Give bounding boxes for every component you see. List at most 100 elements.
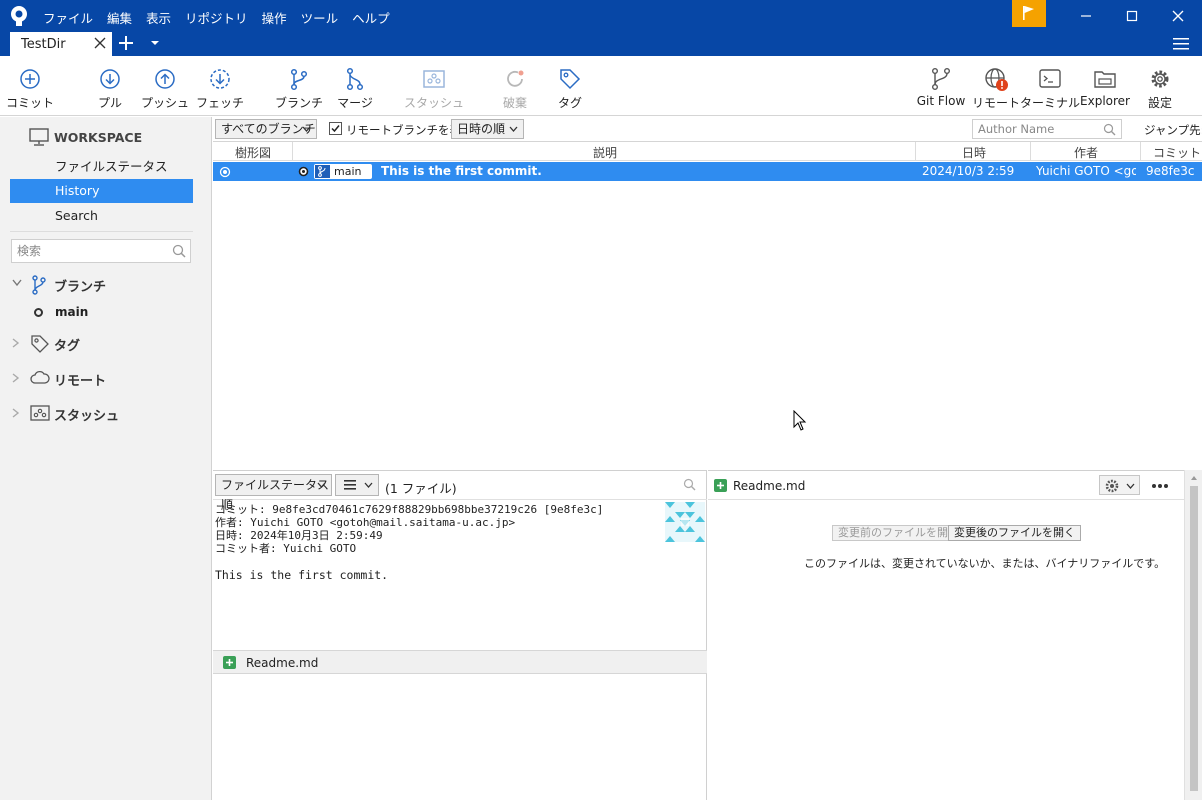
- settings-label: 設定: [1147, 96, 1173, 110]
- menu-help[interactable]: ヘルプ: [352, 8, 390, 27]
- branch-filter-dropdown[interactable]: すべてのブランチ: [215, 119, 317, 139]
- commit-button[interactable]: コミット: [6, 56, 54, 116]
- git-flow-button[interactable]: Git Flow: [916, 56, 966, 116]
- scrollbar-thumb[interactable]: [1190, 486, 1198, 791]
- branch-icon: [315, 165, 330, 178]
- open-before-button[interactable]: 変更前のファイルを開く: [832, 525, 965, 541]
- git-flow-label: Git Flow: [916, 94, 966, 108]
- diff-toolbar: Readme.md: [708, 471, 1202, 500]
- history-list-area[interactable]: [213, 181, 1202, 470]
- sidebar-item-search[interactable]: Search: [10, 204, 193, 228]
- maximize-button[interactable]: [1110, 0, 1156, 32]
- file-sort-dropdown[interactable]: ファイルステータス順: [215, 474, 332, 512]
- commit-details-pane: ファイルステータス順 (1 ファイル) コミット: 9e8fe3cd70461c…: [213, 470, 707, 800]
- diff-scrollbar[interactable]: [1184, 470, 1202, 800]
- menu-tools[interactable]: ツール: [301, 8, 339, 27]
- merge-icon: [346, 67, 364, 91]
- chevron-down-icon[interactable]: [12, 279, 22, 287]
- add-tab-icon[interactable]: [118, 35, 134, 51]
- explorer-button[interactable]: Explorer: [1080, 56, 1130, 116]
- column-graph[interactable]: 樹形図: [235, 144, 271, 161]
- branch-label-tag: main: [314, 164, 372, 179]
- terminal-button[interactable]: ターミナル: [1020, 56, 1080, 116]
- explorer-folder-icon: [1094, 71, 1116, 88]
- pull-button[interactable]: プル: [90, 56, 130, 116]
- sourcetree-logo-icon: [11, 6, 27, 26]
- merge-button[interactable]: マージ: [335, 56, 375, 116]
- search-icon: [172, 244, 186, 258]
- branch-label: ブランチ: [274, 96, 324, 110]
- tag-button[interactable]: タグ: [550, 56, 590, 116]
- chevron-right-icon[interactable]: [12, 373, 20, 383]
- tab-dropdown-icon[interactable]: [150, 40, 160, 46]
- close-window-button[interactable]: [1156, 0, 1202, 32]
- tree-stashes[interactable]: スタッシュ: [10, 401, 200, 425]
- sidebar-branch-main[interactable]: main: [34, 303, 184, 323]
- minimize-button[interactable]: [1064, 0, 1110, 32]
- history-row[interactable]: main This is the first commit. 2024/10/3…: [213, 162, 1202, 181]
- close-icon: [1172, 10, 1184, 22]
- scroll-up-icon[interactable]: [1190, 475, 1198, 481]
- chevron-down-icon: [1126, 483, 1135, 489]
- column-divider: [1140, 142, 1141, 161]
- close-tab-icon[interactable]: [94, 37, 106, 49]
- discard-button[interactable]: 破棄: [495, 56, 535, 116]
- settings-button[interactable]: 設定: [1140, 56, 1180, 116]
- mouse-cursor-icon: [793, 410, 807, 431]
- minimize-icon: [1081, 15, 1091, 17]
- flag-button[interactable]: [1012, 0, 1046, 27]
- terminal-icon: [1039, 69, 1061, 88]
- column-date[interactable]: 日時: [962, 144, 986, 161]
- push-button[interactable]: プッシュ: [141, 56, 189, 116]
- menu-edit[interactable]: 編集: [107, 8, 132, 27]
- menu-file[interactable]: ファイル: [43, 8, 93, 27]
- changed-file-row[interactable]: Readme.md: [213, 650, 707, 674]
- diff-options-dropdown[interactable]: [1099, 475, 1140, 495]
- commit-full-message: This is the first commit.: [215, 568, 389, 582]
- tag-icon: [560, 69, 581, 90]
- column-description[interactable]: 説明: [593, 144, 617, 161]
- sort-order-value: 日時の順: [457, 122, 506, 136]
- column-commit[interactable]: コミット: [1153, 144, 1201, 161]
- history-table-header: 樹形図 説明 日時 作者 コミット: [213, 142, 1202, 161]
- file-added-icon: [714, 479, 727, 492]
- jump-to-label: ジャンプ先:: [1144, 123, 1202, 137]
- hamburger-menu-icon[interactable]: [1173, 37, 1189, 51]
- branch-button[interactable]: ブランチ: [275, 56, 323, 116]
- fetch-label: フェッチ: [195, 96, 245, 110]
- sidebar-search-input[interactable]: [17, 240, 167, 262]
- remote-button[interactable]: リモート: [972, 56, 1020, 116]
- repo-tab-label: TestDir: [21, 37, 66, 52]
- menu-actions[interactable]: 操作: [262, 8, 287, 27]
- open-after-button[interactable]: 変更後のファイルを開く: [948, 525, 1081, 541]
- show-remote-checkbox[interactable]: [329, 122, 342, 135]
- diff-pane: Readme.md 変更前のファイルを開く 変更後のファイルを開く このファイル…: [708, 470, 1202, 800]
- chevron-right-icon[interactable]: [12, 338, 20, 348]
- search-icon[interactable]: [683, 478, 696, 491]
- commit-date: 2024/10/3 2:59: [922, 164, 1015, 178]
- cloud-icon: [30, 370, 50, 384]
- remote-globe-icon: [985, 68, 1008, 91]
- fetch-button[interactable]: フェッチ: [196, 56, 244, 116]
- checkmark-icon: [331, 125, 340, 133]
- sidebar-item-file-status[interactable]: ファイルステータス: [10, 155, 193, 179]
- tree-remotes[interactable]: リモート: [10, 366, 200, 390]
- more-options-icon[interactable]: [1151, 477, 1169, 493]
- sidebar-item-history[interactable]: History: [10, 179, 193, 203]
- tree-branches[interactable]: ブランチ: [10, 272, 200, 296]
- tree-tags[interactable]: タグ: [10, 331, 200, 355]
- tag-label: タグ: [557, 96, 583, 110]
- commit-hash: 9e8fe3c: [1146, 164, 1195, 178]
- menu-repository[interactable]: リポジトリ: [185, 8, 248, 27]
- view-mode-dropdown[interactable]: [335, 474, 379, 496]
- repo-tab[interactable]: TestDir: [10, 32, 112, 56]
- menu-view[interactable]: 表示: [146, 8, 171, 27]
- pull-icon: [100, 69, 120, 89]
- stash-label: スタッシュ: [403, 96, 465, 110]
- chevron-right-icon[interactable]: [12, 408, 20, 418]
- sort-order-dropdown[interactable]: 日時の順: [451, 119, 524, 139]
- commit-icon: [20, 69, 40, 89]
- author-search-input[interactable]: [978, 120, 1098, 138]
- stash-button[interactable]: スタッシュ: [404, 56, 464, 116]
- column-author[interactable]: 作者: [1074, 144, 1098, 161]
